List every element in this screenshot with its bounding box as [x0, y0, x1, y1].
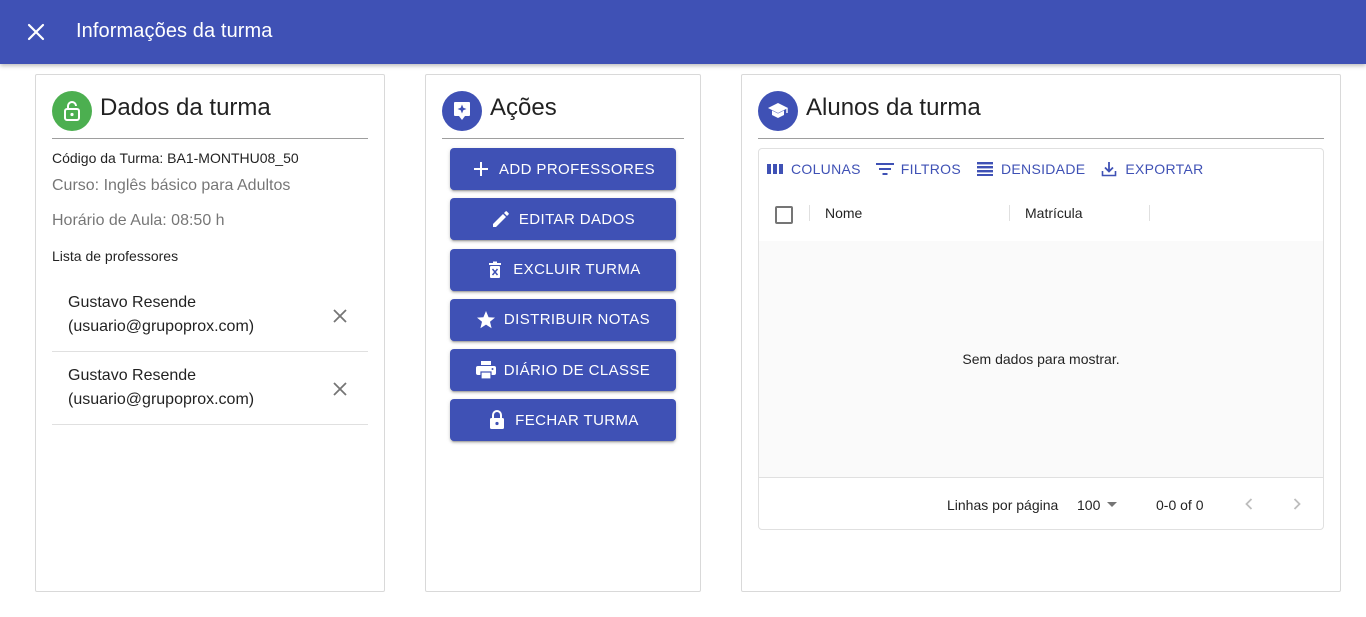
- professor-info: Gustavo Resende (usuario@grupoprox.com): [68, 364, 254, 412]
- acoes-header: Ações: [442, 91, 684, 139]
- dados-turma-header: Dados da turma: [52, 91, 368, 139]
- add-professores-button[interactable]: ADD PROFESSORES: [450, 148, 676, 190]
- column-header-matricula[interactable]: Matrícula: [1025, 205, 1083, 221]
- rows-per-page-value: 100: [1077, 497, 1101, 513]
- arrow-drop-down-icon: [1107, 502, 1118, 508]
- school-icon: [758, 91, 798, 131]
- exportar-label: EXPORTAR: [1125, 161, 1204, 177]
- alunos-turma-title: Alunos da turma: [806, 94, 981, 121]
- fechar-turma-label: FECHAR TURMA: [515, 411, 639, 429]
- density-icon: [975, 159, 995, 179]
- colunas-button[interactable]: COLUNAS: [763, 159, 863, 179]
- professor-email: (usuario@grupoprox.com): [68, 318, 255, 335]
- professor-info: Gustavo Resende (usuario@grupoprox.com): [68, 291, 254, 339]
- grid-toolbar: COLUNAS FILTROS DENSIDADE EXPORTAR: [763, 157, 1216, 181]
- plus-icon: [471, 159, 491, 179]
- diario-de-classe-button[interactable]: DIÁRIO DE CLASSE: [450, 349, 676, 392]
- horario-aula: Horário de Aula: 08:50 h: [52, 212, 225, 229]
- acoes-buttons: ADD PROFESSORES EDITAR DADOS EXCLUIR TUR…: [450, 148, 676, 450]
- column-header-nome[interactable]: Nome: [825, 205, 862, 221]
- pagination-range: 0-0 of 0: [1156, 497, 1204, 513]
- acoes-title: Ações: [490, 94, 557, 121]
- acoes-card: Ações ADD PROFESSORES EDITAR DADOS EXCLU…: [425, 74, 701, 592]
- fechar-turma-button[interactable]: FECHAR TURMA: [450, 399, 676, 442]
- column-separator: [1149, 205, 1150, 221]
- list-item: Gustavo Resende (usuario@grupoprox.com): [52, 352, 368, 425]
- lock-open-icon: [52, 91, 92, 131]
- excluir-turma-label: EXCLUIR TURMA: [513, 261, 641, 279]
- dados-turma-card: Dados da turma Código da Turma: BA1-MONT…: [35, 74, 385, 592]
- columns-icon: [765, 159, 785, 179]
- download-icon: [1099, 159, 1119, 179]
- densidade-button[interactable]: DENSIDADE: [973, 159, 1087, 179]
- grid-body: Sem dados para mostrar.: [759, 241, 1323, 477]
- diario-de-classe-label: DIÁRIO DE CLASSE: [503, 361, 651, 379]
- new-badge-icon: [442, 91, 482, 131]
- previous-page-button[interactable]: [1237, 492, 1261, 516]
- editar-dados-button[interactable]: EDITAR DADOS: [450, 198, 676, 241]
- pencil-icon: [491, 209, 511, 229]
- filtros-label: FILTROS: [900, 161, 961, 177]
- close-icon: [333, 382, 347, 396]
- empty-message: Sem dados para mostrar.: [962, 351, 1120, 367]
- exportar-button[interactable]: EXPORTAR: [1097, 159, 1205, 179]
- delete-icon: [485, 260, 505, 280]
- select-all-checkbox[interactable]: [775, 206, 793, 224]
- remove-professor-button[interactable]: [328, 304, 352, 328]
- distribuir-notas-button[interactable]: DISTRIBUIR NOTAS: [450, 298, 676, 341]
- professores-list: Gustavo Resende (usuario@grupoprox.com) …: [52, 279, 368, 425]
- alunos-turma-header: Alunos da turma: [758, 91, 1324, 139]
- chevron-right-icon: [1293, 498, 1301, 510]
- distribuir-notas-label: DISTRIBUIR NOTAS: [503, 311, 651, 329]
- list-item: Gustavo Resende (usuario@grupoprox.com): [52, 279, 368, 352]
- lock-icon: [487, 410, 507, 430]
- editar-dados-label: EDITAR DADOS: [518, 210, 636, 228]
- filtros-button[interactable]: FILTROS: [873, 159, 963, 179]
- next-page-button[interactable]: [1285, 492, 1309, 516]
- colunas-label: COLUNAS: [791, 161, 861, 177]
- codigo-turma: Código da Turma: BA1-MONTHU08_50: [52, 150, 299, 166]
- app-bar: Informações da turma: [0, 0, 1366, 64]
- lista-professores-label: Lista de professores: [52, 248, 179, 264]
- rows-per-page-label: Linhas por página: [947, 497, 1059, 513]
- column-separator: [1009, 205, 1010, 221]
- professor-name: Gustavo Resende: [68, 294, 197, 311]
- column-separator: [809, 205, 810, 221]
- printer-icon: [475, 360, 496, 380]
- remove-professor-button[interactable]: [328, 377, 352, 401]
- close-icon: [333, 309, 347, 323]
- add-professores-label: ADD PROFESSORES: [498, 160, 656, 178]
- alunos-data-grid: COLUNAS FILTROS DENSIDADE EXPORTAR Nome …: [758, 148, 1324, 530]
- rows-per-page-select[interactable]: 100: [1077, 497, 1118, 513]
- close-icon[interactable]: [22, 18, 50, 46]
- curso-turma: Curso: Inglês básico para Adultos: [52, 177, 291, 194]
- excluir-turma-button[interactable]: EXCLUIR TURMA: [450, 248, 676, 291]
- professor-name: Gustavo Resende: [68, 367, 197, 384]
- filter-icon: [875, 159, 895, 179]
- dados-turma-title: Dados da turma: [100, 94, 271, 121]
- grid-column-headers: Nome Matrícula: [759, 191, 1323, 247]
- page-title: Informações da turma: [76, 20, 273, 42]
- chevron-left-icon: [1245, 498, 1253, 510]
- alunos-turma-card: Alunos da turma COLUNAS FILTROS DENSIDAD…: [741, 74, 1341, 592]
- star-icon: [476, 310, 496, 330]
- densidade-label: DENSIDADE: [1000, 161, 1086, 177]
- grid-pagination: Linhas por página 100 0-0 of 0: [759, 477, 1323, 529]
- professor-email: (usuario@grupoprox.com): [68, 391, 255, 408]
